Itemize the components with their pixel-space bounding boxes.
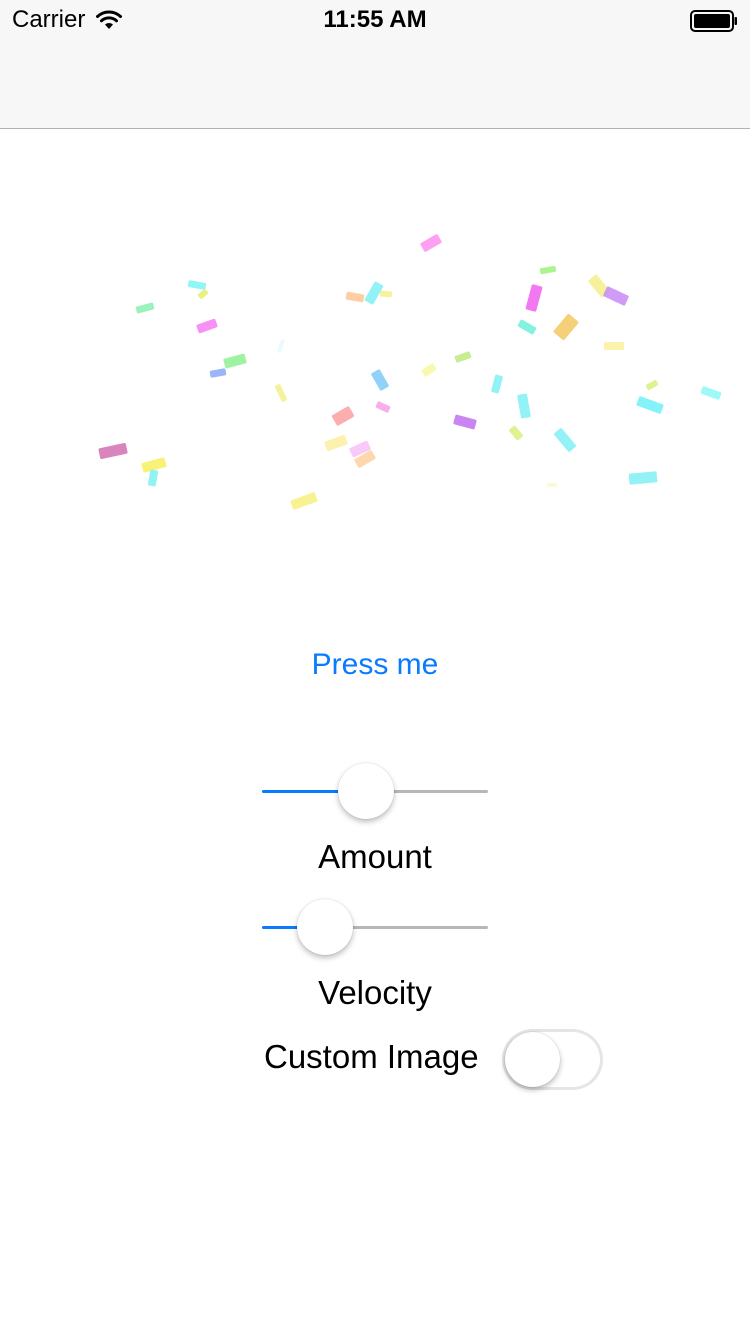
- press-me-button[interactable]: Press me: [0, 648, 750, 682]
- confetti-piece: [274, 384, 288, 402]
- custom-image-switch[interactable]: [502, 1029, 603, 1090]
- app-screen: Carrier 11:55 AM Press me Amount Velocit…: [0, 0, 750, 1334]
- battery-full-icon: [690, 10, 737, 32]
- confetti-piece: [553, 313, 579, 341]
- confetti-piece: [375, 401, 391, 413]
- confetti-piece: [539, 265, 557, 275]
- confetti-piece: [187, 280, 207, 290]
- confetti-piece: [379, 290, 393, 298]
- confetti-piece: [420, 234, 442, 252]
- amount-slider[interactable]: [262, 761, 488, 821]
- confetti-piece: [517, 393, 531, 419]
- confetti-piece: [290, 492, 318, 510]
- confetti-piece: [547, 483, 557, 487]
- confetti-piece: [525, 284, 543, 312]
- confetti-piece: [453, 414, 477, 430]
- confetti-piece: [421, 363, 437, 377]
- confetti-emitter-area: [0, 129, 750, 609]
- confetti-canvas: [98, 234, 722, 510]
- confetti-piece: [517, 319, 537, 335]
- confetti-piece: [554, 428, 576, 452]
- confetti-piece: [603, 286, 629, 306]
- confetti-piece: [147, 469, 159, 487]
- confetti-piece: [700, 386, 722, 400]
- confetti-piece: [628, 471, 658, 485]
- amount-label: Amount: [318, 838, 432, 875]
- confetti-piece: [491, 374, 503, 394]
- velocity-slider-thumb[interactable]: [297, 899, 353, 955]
- confetti-piece: [196, 318, 218, 334]
- velocity-slider[interactable]: [262, 897, 488, 957]
- confetti-piece: [454, 351, 472, 363]
- confetti-piece: [636, 396, 664, 414]
- confetti-piece: [223, 353, 247, 369]
- navigation-bar: Carrier 11:55 AM: [0, 0, 750, 129]
- amount-slider-thumb[interactable]: [338, 763, 394, 819]
- confetti-piece: [371, 369, 389, 391]
- status-time: 11:55 AM: [323, 6, 427, 33]
- confetti-piece: [197, 289, 209, 299]
- velocity-label: Velocity: [318, 974, 432, 1011]
- custom-image-label: Custom Image: [264, 1038, 479, 1075]
- confetti-piece: [645, 379, 659, 391]
- confetti-piece: [209, 368, 227, 378]
- confetti-piece: [135, 302, 155, 314]
- confetti-piece: [331, 406, 355, 426]
- confetti-piece: [604, 342, 624, 350]
- custom-image-switch-knob[interactable]: [505, 1032, 560, 1087]
- confetti-piece: [98, 442, 128, 460]
- confetti-piece: [324, 434, 348, 452]
- confetti-piece: [345, 291, 365, 303]
- confetti-piece: [277, 339, 285, 353]
- confetti-piece: [509, 425, 523, 441]
